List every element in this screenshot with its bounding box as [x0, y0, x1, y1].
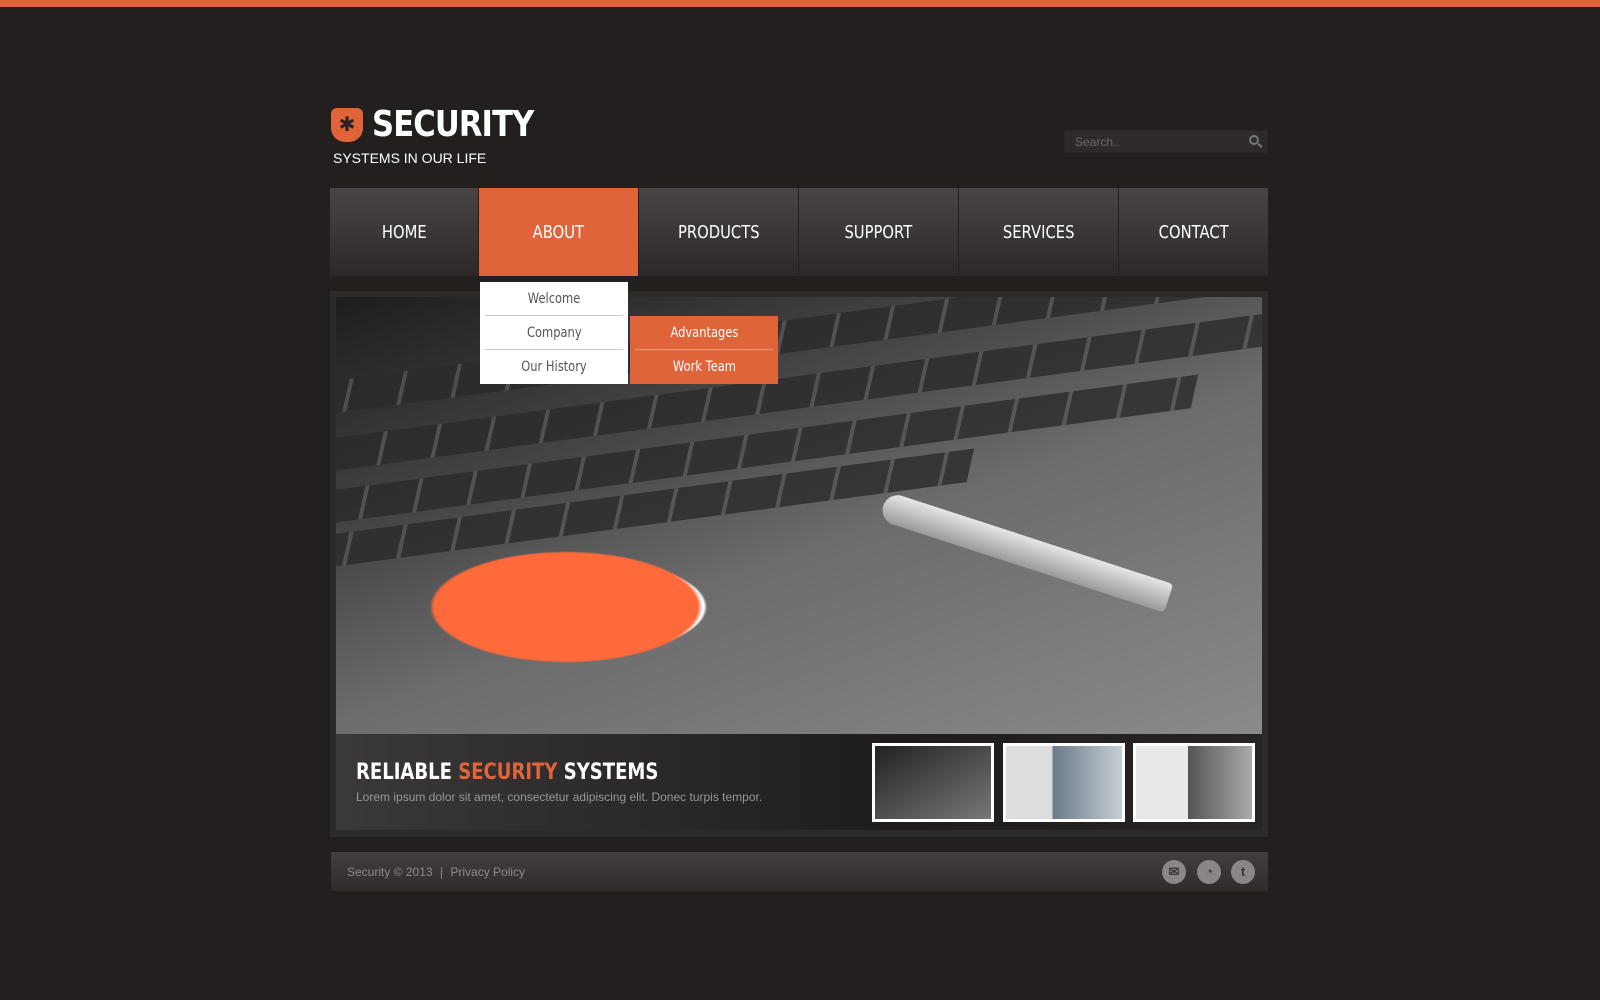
- search-icon[interactable]: [1249, 135, 1259, 145]
- company-submenu: Advantages Work Team: [630, 316, 778, 384]
- nav-label: CONTACT: [1158, 221, 1229, 243]
- nav-products[interactable]: PRODUCTS: [639, 188, 799, 276]
- twitter-icon[interactable]: t: [1231, 860, 1255, 884]
- site-title[interactable]: SECURITY: [372, 104, 534, 145]
- rss-icon[interactable]: ◔: [1197, 860, 1221, 884]
- menu-label: Advantages: [670, 324, 738, 341]
- search-box: [1064, 130, 1268, 153]
- about-dropdown: Welcome Company Our History: [480, 282, 628, 384]
- nav-services[interactable]: SERVICES: [959, 188, 1119, 276]
- nav-label: HOME: [381, 221, 427, 243]
- menu-label: Our History: [521, 359, 587, 375]
- thumbnail-camera[interactable]: [1133, 743, 1255, 822]
- menu-label: Work Team: [672, 359, 736, 375]
- nav-contact[interactable]: CONTACT: [1119, 188, 1268, 276]
- privacy-policy-link[interactable]: Privacy Policy: [450, 865, 525, 879]
- caption-text: Lorem ipsum dolor sit amet, consectetur …: [356, 790, 763, 804]
- separator: |: [439, 865, 444, 879]
- caption-title-part: SYSTEMS: [563, 760, 659, 785]
- nav-home[interactable]: HOME: [330, 188, 479, 276]
- main-nav: HOME ABOUT PRODUCTS SUPPORT SERVICES CON…: [330, 188, 1268, 276]
- footer-text: Security © 2013 | Privacy Policy: [347, 865, 525, 879]
- dropdown-item-welcome[interactable]: Welcome: [485, 282, 623, 316]
- thumbnail-keys[interactable]: [872, 743, 994, 822]
- menu-label: Welcome: [527, 290, 581, 307]
- caption-title: RELIABLE SECURITY SYSTEMS: [356, 760, 658, 785]
- submenu-item-work-team[interactable]: Work Team: [635, 350, 773, 384]
- mail-icon[interactable]: ✉: [1162, 860, 1186, 884]
- caption-title-highlight: SECURITY: [458, 760, 558, 785]
- search-input[interactable]: [1065, 131, 1235, 152]
- caption-title-part: RELIABLE: [356, 760, 452, 785]
- submenu-item-advantages[interactable]: Advantages: [635, 316, 773, 350]
- copyright: Security © 2013: [347, 865, 433, 879]
- dropdown-item-company[interactable]: Company: [485, 316, 623, 350]
- nav-support[interactable]: SUPPORT: [799, 188, 959, 276]
- nav-label: PRODUCTS: [677, 221, 760, 243]
- slider-image-keys-on-keyboard: [336, 297, 1262, 734]
- thumbnail-server-room[interactable]: [1003, 743, 1125, 822]
- shield-logo-icon: ✱: [331, 108, 363, 142]
- nav-label: ABOUT: [532, 221, 585, 243]
- nav-label: SERVICES: [1002, 221, 1075, 243]
- nav-label: SUPPORT: [844, 221, 913, 243]
- site-tagline: SYSTEMS IN OUR LIFE: [333, 150, 487, 166]
- nav-about[interactable]: ABOUT: [479, 188, 639, 276]
- menu-label: Company: [526, 324, 582, 341]
- top-accent-bar: [0, 0, 1600, 7]
- dropdown-item-our-history[interactable]: Our History: [485, 350, 623, 384]
- silver-key: [878, 491, 1174, 613]
